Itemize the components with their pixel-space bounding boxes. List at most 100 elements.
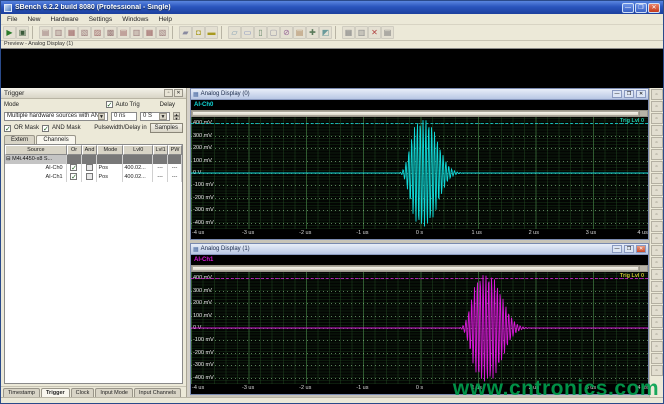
side-toolbar-button[interactable]: ▫: [651, 173, 663, 184]
horizontal-scrollbar[interactable]: [191, 110, 648, 117]
side-toolbar-button[interactable]: ▫: [651, 293, 663, 304]
export-icon[interactable]: ▰: [179, 26, 192, 39]
side-toolbar-button[interactable]: ▫: [651, 257, 663, 268]
side-toolbar-button[interactable]: ▫: [651, 233, 663, 244]
or-checkbox[interactable]: [70, 173, 77, 180]
close-icon[interactable]: ✕: [636, 90, 646, 98]
card-icon-10[interactable]: ▧: [156, 26, 169, 39]
display-icon-1[interactable]: ▱: [228, 26, 241, 39]
side-toolbar-button[interactable]: ▫: [651, 269, 663, 280]
side-toolbar-button[interactable]: ▫: [651, 161, 663, 172]
minimize-icon[interactable]: —: [612, 245, 622, 253]
chevron-down-icon[interactable]: ▼: [98, 113, 105, 120]
or-checkbox[interactable]: [70, 164, 77, 171]
table-group-row[interactable]: ⊟ M4i.4450-x8 S...: [5, 155, 182, 164]
card-icon-9[interactable]: ▦: [143, 26, 156, 39]
side-toolbar-button[interactable]: ▫: [651, 341, 663, 352]
card-icon-4[interactable]: ▧: [78, 26, 91, 39]
card-icon-8[interactable]: ▥: [130, 26, 143, 39]
side-toolbar-button[interactable]: ▫: [651, 209, 663, 220]
column-header-mode[interactable]: Mode: [97, 145, 123, 155]
side-toolbar-button[interactable]: ▫: [651, 89, 663, 100]
table-row[interactable]: AI-Ch1Pos400.02...------: [5, 173, 182, 182]
side-toolbar-button[interactable]: ▫: [651, 305, 663, 316]
and-mask-checkbox[interactable]: [42, 125, 49, 132]
scrollbar-thumb[interactable]: [192, 111, 639, 116]
scrollbar-end[interactable]: [639, 266, 647, 271]
close-icon[interactable]: ✕: [648, 3, 660, 13]
side-toolbar-button[interactable]: ▫: [651, 197, 663, 208]
menu-help[interactable]: Help: [155, 16, 176, 23]
display-title-bar[interactable]: ▦ Analog Display (0) — ❐ ✕: [191, 89, 648, 100]
card-icon-6[interactable]: ▩: [104, 26, 117, 39]
column-header-or[interactable]: Or: [67, 145, 82, 155]
card-icon-2[interactable]: ▥: [52, 26, 65, 39]
column-header-and[interactable]: And: [82, 145, 98, 155]
column-header-pw[interactable]: PW: [168, 145, 182, 155]
display-title-bar[interactable]: ▦ Analog Display (1) — ❐ ✕: [191, 244, 648, 255]
side-toolbar-button[interactable]: ▫: [651, 245, 663, 256]
display-icon-2[interactable]: ▭: [241, 26, 254, 39]
card-icon-7[interactable]: ▤: [117, 26, 130, 39]
side-toolbar-button[interactable]: ▫: [651, 317, 663, 328]
side-toolbar-button[interactable]: ▫: [651, 329, 663, 340]
card-icon-5[interactable]: ▨: [91, 26, 104, 39]
grid-icon[interactable]: ▦: [342, 26, 355, 39]
side-toolbar-button[interactable]: ▫: [651, 185, 663, 196]
zoom-icon[interactable]: ⊘: [280, 26, 293, 39]
tab-input-channels[interactable]: Input Channels: [134, 388, 181, 397]
panel-close-icon[interactable]: ✕: [174, 89, 183, 97]
start-icon[interactable]: ▶: [3, 26, 16, 39]
tab-input-mode[interactable]: Input Mode: [95, 388, 133, 397]
samples-button[interactable]: Samples: [150, 123, 183, 133]
scrollbar-thumb[interactable]: [192, 266, 639, 271]
menu-settings[interactable]: Settings: [85, 16, 117, 23]
side-toolbar-button[interactable]: ▫: [651, 101, 663, 112]
cursor-icon[interactable]: ▯: [254, 26, 267, 39]
waveform-plot-ch1[interactable]: 400 mV300 mV200 mV100 mV0 V-100 mV-200 m…: [191, 272, 648, 384]
waveform-plot-ch0[interactable]: 400 mV300 mV200 mV100 mV0 V-100 mV-200 m…: [191, 117, 648, 229]
side-toolbar-button[interactable]: ▫: [651, 113, 663, 124]
preview-area[interactable]: [1, 48, 663, 88]
column-header-lvl1[interactable]: Lvl1: [153, 145, 168, 155]
close-icon[interactable]: ✕: [636, 245, 646, 253]
card-icon-3[interactable]: ▦: [65, 26, 78, 39]
tab-timestamp[interactable]: Timestamp: [3, 388, 40, 397]
minimize-icon[interactable]: —: [612, 90, 622, 98]
column-header-lvl0[interactable]: Lvl0: [123, 145, 153, 155]
menu-file[interactable]: File: [3, 16, 21, 23]
window-icon[interactable]: ▤: [381, 26, 394, 39]
chevron-down-icon[interactable]: ▼: [159, 113, 167, 120]
table-row[interactable]: AI-Ch0Pos400.02...------: [5, 164, 182, 173]
save-icon[interactable]: ◘: [192, 26, 205, 39]
stop-icon[interactable]: ▣: [16, 26, 29, 39]
save-all-icon[interactable]: ▬: [205, 26, 218, 39]
auto-trig-checkbox[interactable]: [106, 101, 113, 108]
tab-channels[interactable]: Channels: [36, 135, 75, 144]
card-icon-1[interactable]: ▤: [39, 26, 52, 39]
tab-trigger[interactable]: Trigger: [41, 388, 70, 397]
crosshair-icon[interactable]: ✚: [306, 26, 319, 39]
maximize-icon[interactable]: ❐: [635, 3, 647, 13]
close-display-icon[interactable]: ✕: [368, 26, 381, 39]
snap-icon[interactable]: ◩: [319, 26, 332, 39]
side-toolbar-button[interactable]: ▫: [651, 137, 663, 148]
notes-icon[interactable]: ▤: [293, 26, 306, 39]
side-toolbar-button[interactable]: ▫: [651, 281, 663, 292]
and-checkbox[interactable]: [86, 173, 93, 180]
side-toolbar-button[interactable]: ▫: [651, 149, 663, 160]
menu-windows[interactable]: Windows: [118, 16, 152, 23]
delay-value-field[interactable]: 0 ns: [111, 112, 137, 121]
delay-spinner[interactable]: ▲▼: [173, 112, 180, 120]
minimize-icon[interactable]: —: [622, 3, 634, 13]
table-icon[interactable]: ▥: [355, 26, 368, 39]
maximize-icon[interactable]: ❐: [624, 245, 634, 253]
side-toolbar-button[interactable]: ▫: [651, 221, 663, 232]
delay-unit-field[interactable]: 0 S ▼: [140, 112, 170, 121]
maximize-icon[interactable]: ❐: [624, 90, 634, 98]
tab-clock[interactable]: Clock: [71, 388, 95, 397]
menu-hardware[interactable]: Hardware: [47, 16, 83, 23]
column-header-source[interactable]: Source: [5, 145, 67, 155]
and-checkbox[interactable]: [86, 164, 93, 171]
layout-icon[interactable]: ▢: [267, 26, 280, 39]
